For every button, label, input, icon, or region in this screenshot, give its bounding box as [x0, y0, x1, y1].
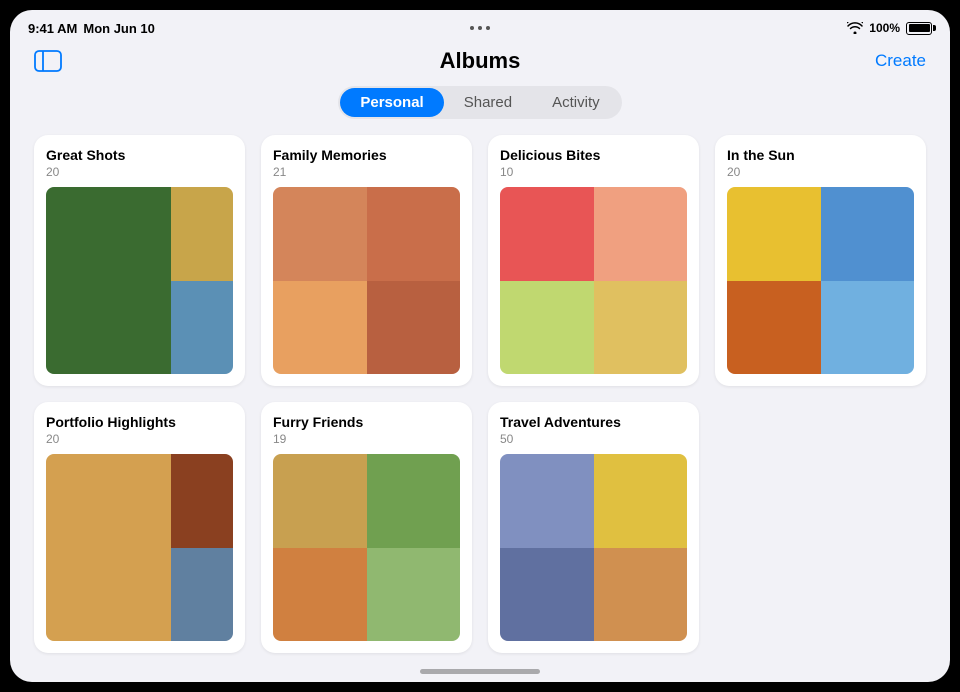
- dot3: [486, 26, 490, 30]
- tab-activity[interactable]: Activity: [532, 88, 620, 117]
- album-great-shots[interactable]: Great Shots 20: [34, 135, 245, 386]
- album-title: Furry Friends: [273, 414, 460, 430]
- album-count: 20: [727, 165, 914, 179]
- photo-thumb: [727, 281, 821, 375]
- dot1: [470, 26, 474, 30]
- photo-thumb: [500, 548, 594, 642]
- album-count: 10: [500, 165, 687, 179]
- photo-thumb: [821, 187, 915, 281]
- album-photos: [727, 187, 914, 374]
- photo-thumb: [367, 187, 461, 281]
- sidebar-icon: [34, 50, 62, 72]
- album-photos: [273, 187, 460, 374]
- home-indicator: [420, 669, 540, 674]
- photo-thumb: [273, 548, 367, 642]
- album-photos: [500, 454, 687, 641]
- album-furry-friends[interactable]: Furry Friends 19: [261, 402, 472, 653]
- photo-thumb: [273, 454, 367, 548]
- photo-thumb: [273, 281, 367, 375]
- photo-thumb: [273, 187, 367, 281]
- tab-shared[interactable]: Shared: [444, 88, 532, 117]
- status-right: 100%: [847, 21, 932, 35]
- page-title: Albums: [440, 48, 521, 74]
- battery-percent: 100%: [869, 21, 900, 35]
- photo-thumb: [171, 454, 233, 548]
- photo-thumb: [46, 454, 171, 641]
- dot2: [478, 26, 482, 30]
- photo-thumb: [367, 281, 461, 375]
- album-photos: [46, 187, 233, 374]
- album-delicious-bites[interactable]: Delicious Bites 10: [488, 135, 699, 386]
- create-button[interactable]: Create: [875, 51, 926, 71]
- photo-thumb: [500, 281, 594, 375]
- sidebar-toggle-button[interactable]: [34, 50, 62, 72]
- album-travel-adventures[interactable]: Travel Adventures 50: [488, 402, 699, 653]
- photo-thumb: [46, 187, 171, 374]
- wifi-icon: [847, 22, 863, 34]
- photo-thumb: [171, 281, 233, 375]
- photo-thumb: [727, 187, 821, 281]
- photo-thumb: [367, 548, 461, 642]
- album-count: 20: [46, 165, 233, 179]
- album-title: Delicious Bites: [500, 147, 687, 163]
- album-family-memories[interactable]: Family Memories 21: [261, 135, 472, 386]
- albums-grid: Great Shots 20 Family Memories 21 Delici…: [10, 135, 950, 653]
- photo-thumb: [171, 548, 233, 642]
- album-title: Great Shots: [46, 147, 233, 163]
- photo-thumb: [171, 187, 233, 281]
- battery-fill: [909, 24, 930, 32]
- album-title: In the Sun: [727, 147, 914, 163]
- photo-thumb: [594, 281, 688, 375]
- photo-thumb: [594, 454, 688, 548]
- album-title: Family Memories: [273, 147, 460, 163]
- album-count: 20: [46, 432, 233, 446]
- photo-thumb: [500, 187, 594, 281]
- status-time: 9:41 AM: [28, 21, 77, 36]
- tab-bar: Personal Shared Activity: [10, 86, 950, 119]
- album-title: Travel Adventures: [500, 414, 687, 430]
- ipad-screen: 9:41 AM Mon Jun 10 100%: [10, 10, 950, 682]
- photo-thumb: [500, 454, 594, 548]
- photo-thumb: [594, 548, 688, 642]
- album-count: 50: [500, 432, 687, 446]
- status-center: [470, 26, 490, 30]
- album-in-the-sun[interactable]: In the Sun 20: [715, 135, 926, 386]
- status-bar: 9:41 AM Mon Jun 10 100%: [10, 10, 950, 46]
- album-photos: [46, 454, 233, 641]
- album-portfolio-highlights[interactable]: Portfolio Highlights 20: [34, 402, 245, 653]
- tab-personal[interactable]: Personal: [340, 88, 443, 117]
- album-count: 19: [273, 432, 460, 446]
- header: Albums Create: [10, 46, 950, 80]
- status-date: Mon Jun 10: [83, 21, 155, 36]
- album-photos: [500, 187, 687, 374]
- photo-thumb: [821, 281, 915, 375]
- photo-thumb: [367, 454, 461, 548]
- battery-icon: [906, 22, 932, 35]
- photo-thumb: [594, 187, 688, 281]
- album-photos: [273, 454, 460, 641]
- status-left: 9:41 AM Mon Jun 10: [28, 21, 155, 36]
- album-count: 21: [273, 165, 460, 179]
- album-title: Portfolio Highlights: [46, 414, 233, 430]
- segment-pill: Personal Shared Activity: [338, 86, 621, 119]
